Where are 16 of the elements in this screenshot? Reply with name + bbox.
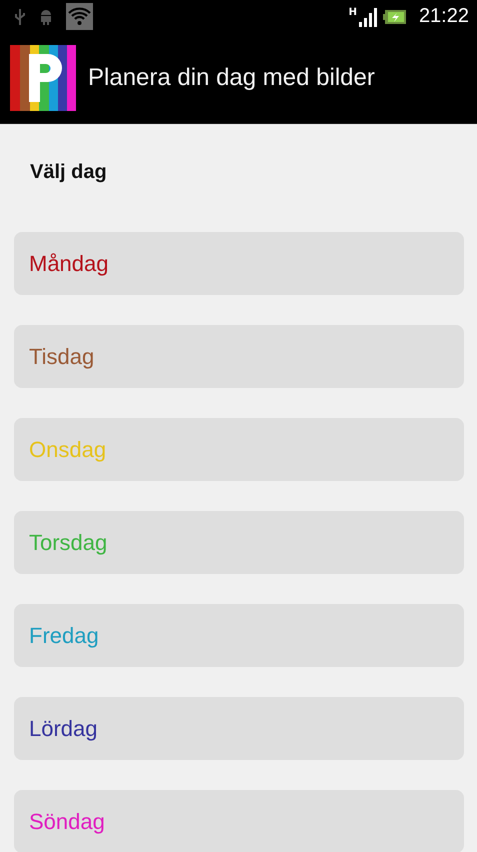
day-button[interactable]: Söndag (14, 790, 464, 852)
battery-icon (382, 8, 407, 24)
section-heading: Välj dag (29, 160, 108, 185)
android-icon (38, 8, 54, 26)
day-button[interactable]: Tisdag (14, 325, 464, 388)
day-button[interactable]: Fredag (14, 604, 464, 667)
signal-icon (358, 6, 377, 26)
day-button[interactable]: Torsdag (14, 511, 464, 574)
app-logo-icon (10, 45, 76, 111)
network-type-label: H (348, 7, 357, 18)
wifi-icon (66, 3, 93, 30)
day-button[interactable]: Måndag (14, 232, 464, 295)
app-title: Planera din dag med bilder (88, 64, 375, 92)
usb-icon (14, 8, 26, 26)
day-button[interactable]: Lördag (14, 697, 464, 760)
clock-time: 21:22 (418, 5, 469, 28)
